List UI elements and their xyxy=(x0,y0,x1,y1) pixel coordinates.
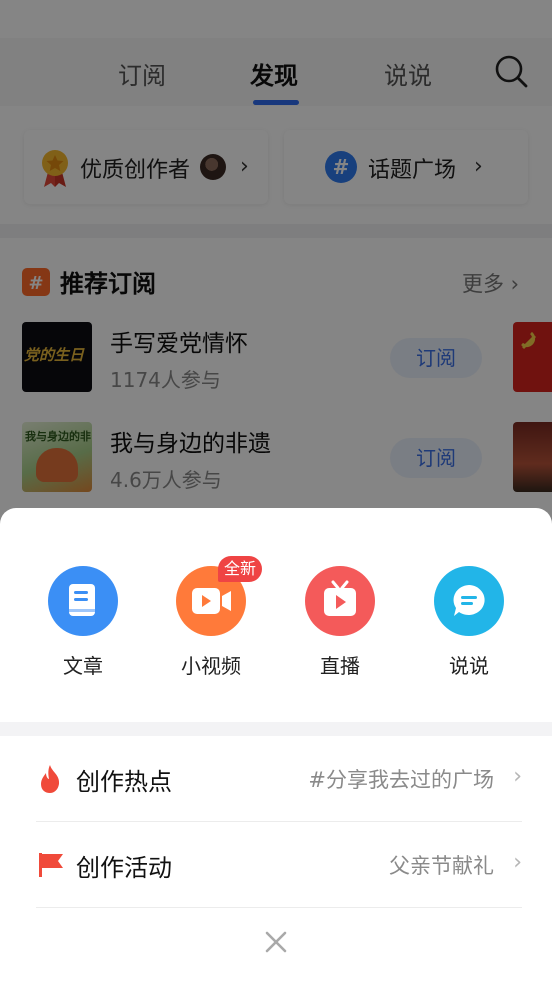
create-live-label: 直播 xyxy=(320,654,360,678)
new-badge: 全新 xyxy=(218,556,263,582)
close-icon xyxy=(265,931,287,953)
chevron-right-icon: › xyxy=(513,764,522,789)
creation-activity-row[interactable]: 创作活动 父亲节献礼 › xyxy=(36,822,522,908)
chat-bubble-icon xyxy=(453,585,485,616)
create-shuoshuo-label: 说说 xyxy=(449,654,489,678)
close-button[interactable] xyxy=(262,928,290,956)
creation-hotspot-row[interactable]: 创作热点 #分享我去过的广场 › xyxy=(36,736,522,822)
flag-icon xyxy=(39,853,63,877)
chevron-right-icon: › xyxy=(513,850,522,875)
tv-play-icon xyxy=(324,580,356,616)
creation-hotspot-title: 创作热点 xyxy=(76,768,172,796)
creation-hotspot-value: #分享我去过的广场 xyxy=(308,768,494,792)
fire-icon xyxy=(41,765,60,793)
document-icon xyxy=(69,584,95,616)
creation-activity-value: 父亲节献礼 xyxy=(389,854,494,878)
article-icon-circle xyxy=(48,566,118,636)
shuoshuo-icon-circle xyxy=(434,566,504,636)
live-icon-circle xyxy=(305,566,375,636)
creation-activity-title: 创作活动 xyxy=(76,854,172,882)
video-camera-icon xyxy=(192,588,231,614)
sheet-divider xyxy=(0,722,552,736)
create-article-label: 文章 xyxy=(63,654,103,678)
create-bottom-sheet: 文章 小视频 全新 直播 说说 创作热点 #分享我去过的广场 › 创作活动 父亲… xyxy=(0,508,552,981)
create-short-video-label: 小视频 xyxy=(181,654,241,678)
